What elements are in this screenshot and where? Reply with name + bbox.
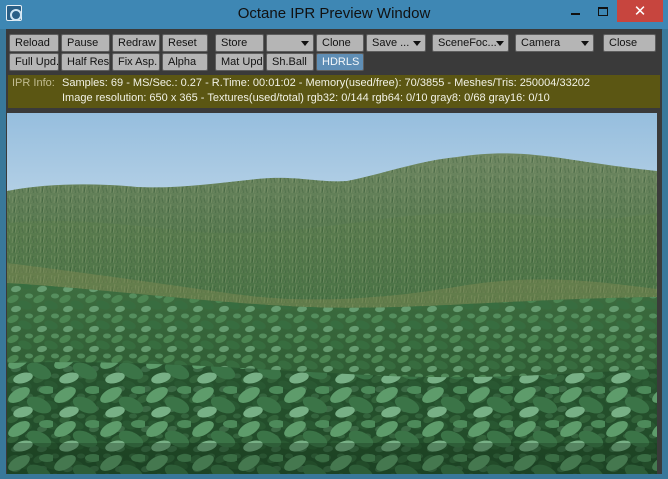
ipr-info-label: IPR Info:: [12, 77, 55, 89]
chevron-down-icon: [301, 41, 309, 46]
close-icon: ✕: [633, 3, 647, 20]
scene-focus-dropdown[interactable]: SceneFoc...: [432, 34, 509, 52]
rendered-grass-landscape-image: [7, 113, 657, 474]
maximize-icon: [597, 6, 608, 16]
chevron-down-icon: [496, 41, 504, 46]
full-update-button[interactable]: Full Upd.: [9, 53, 59, 71]
ipr-info-panel: IPR Info: Samples: 69 - MS/Sec.: 0.27 - …: [8, 75, 660, 108]
hdrls-button[interactable]: HDRLS: [316, 53, 364, 71]
save-dropdown[interactable]: Save ...: [366, 34, 426, 52]
close-button[interactable]: Close: [603, 34, 656, 52]
maximize-button[interactable]: [589, 0, 616, 22]
chevron-down-icon: [413, 41, 421, 46]
reload-button[interactable]: Reload: [9, 34, 59, 52]
title-bar[interactable]: Octane IPR Preview Window ✕: [0, 0, 668, 29]
camera-dropdown[interactable]: Camera: [515, 34, 594, 52]
store-button[interactable]: Store: [215, 34, 264, 52]
ipr-client-area: Reload Pause Redraw Reset Store Clone Sa…: [6, 29, 662, 474]
minimize-button[interactable]: [561, 0, 589, 22]
store-slot-dropdown[interactable]: [266, 34, 314, 52]
reset-button[interactable]: Reset: [162, 34, 208, 52]
ipr-info-resolution: Image resolution: 650 x 365 - Textures(u…: [62, 92, 550, 104]
save-dropdown-label: Save ...: [372, 37, 410, 49]
pause-button[interactable]: Pause: [61, 34, 110, 52]
scene-focus-label: SceneFoc...: [438, 37, 497, 49]
chevron-down-icon: [581, 41, 589, 46]
render-viewport[interactable]: [7, 113, 657, 474]
redraw-button[interactable]: Redraw: [112, 34, 160, 52]
camera-label: Camera: [521, 37, 561, 49]
ipr-info-stats: Samples: 69 - MS/Sec.: 0.27 - R.Time: 00…: [62, 77, 591, 89]
fix-aspect-button[interactable]: Fix Asp.: [112, 53, 160, 71]
window-close-button[interactable]: ✕: [617, 0, 663, 22]
ipr-window: Octane IPR Preview Window ✕ Reload Pause…: [0, 0, 668, 479]
alpha-button[interactable]: Alpha: [162, 53, 208, 71]
clone-button[interactable]: Clone: [316, 34, 364, 52]
minimize-icon: [570, 13, 580, 15]
mat-update-button[interactable]: Mat Upd: [215, 53, 264, 71]
shader-ball-button[interactable]: Sh.Ball: [266, 53, 314, 71]
half-res-button[interactable]: Half Res: [61, 53, 110, 71]
